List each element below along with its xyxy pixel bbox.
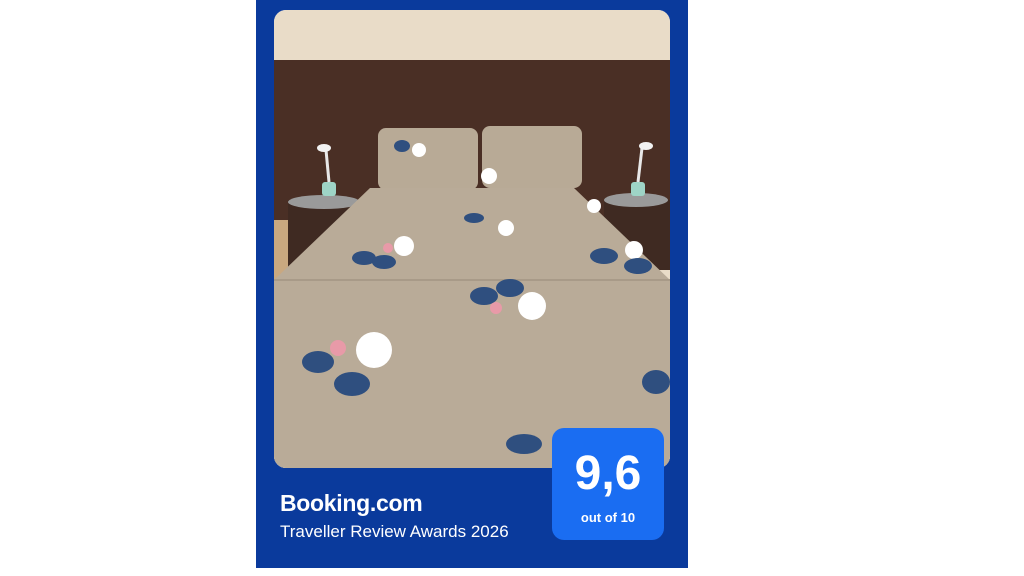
bed-photo	[274, 10, 670, 468]
score-scale: out of 10	[580, 510, 636, 525]
score-badge: 9,6 out of 10	[552, 428, 664, 540]
award-title: Traveller Review Awards 2026	[280, 522, 509, 541]
booking-logo: Booking.com	[280, 490, 423, 516]
review-score: 9,6	[574, 447, 642, 500]
room-photo	[274, 10, 670, 468]
award-card: Booking.com Traveller Review Awards 2026…	[256, 0, 688, 568]
